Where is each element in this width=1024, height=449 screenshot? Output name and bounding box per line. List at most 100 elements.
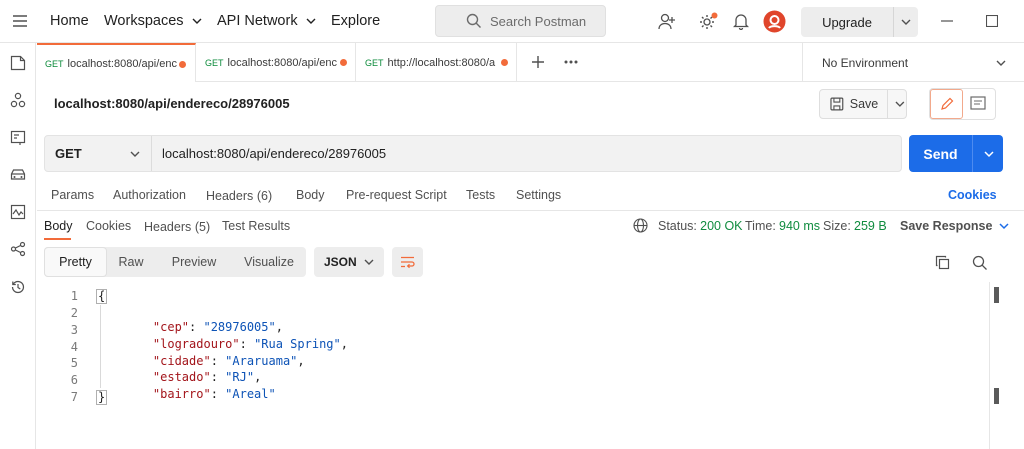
- save-response-label: Save Response: [900, 219, 993, 233]
- tab-headers[interactable]: Headers (6): [206, 188, 272, 203]
- tab-label: http://localhost:8080/a: [387, 56, 496, 69]
- tab-params[interactable]: Params: [51, 188, 94, 202]
- chevron-down-icon: [996, 60, 1006, 66]
- new-tab-plus-icon[interactable]: [531, 55, 545, 69]
- json-key: "bairro": [152, 387, 211, 401]
- unsaved-dot-icon: [179, 61, 186, 68]
- unsaved-dot-icon: [340, 59, 347, 66]
- environments-icon[interactable]: [10, 129, 26, 145]
- nav-workspaces[interactable]: Workspaces: [104, 13, 203, 29]
- search-input[interactable]: Search Postman: [435, 5, 606, 37]
- environment-selector[interactable]: No Environment: [802, 43, 1024, 82]
- request-tab[interactable]: GET localhost:8080/api/enc: [196, 43, 356, 82]
- view-preview[interactable]: Preview: [156, 247, 232, 277]
- json-open-brace: {: [96, 289, 108, 304]
- status-label: Status:: [658, 219, 697, 233]
- view-mode-selector: Pretty Raw Preview Visualize: [44, 247, 306, 277]
- active-tab-underline: [44, 238, 71, 240]
- nav-api-network[interactable]: API Network: [217, 13, 317, 29]
- tab-authorization[interactable]: Authorization: [113, 188, 186, 202]
- time-indicator[interactable]: Time: 940 ms: [745, 219, 820, 233]
- status-value: 200 OK: [700, 219, 743, 233]
- url-input[interactable]: localhost:8080/api/endereco/28976005: [162, 146, 386, 161]
- search-icon: [466, 13, 481, 28]
- save-button[interactable]: Save: [819, 89, 907, 119]
- line-number: 3: [70, 323, 78, 337]
- divider: [989, 282, 990, 449]
- response-tab-headers[interactable]: Headers (5): [144, 219, 210, 234]
- method-select[interactable]: GET: [45, 136, 152, 171]
- tab-method: GET: [365, 57, 384, 68]
- save-label: Save: [849, 97, 879, 111]
- request-tab[interactable]: GET http://localhost:8080/a: [356, 43, 517, 82]
- left-sidebar: [0, 43, 36, 449]
- json-comma: ,: [340, 337, 348, 351]
- edit-mode-button[interactable]: [930, 89, 963, 119]
- menu-icon[interactable]: [12, 14, 28, 28]
- chevron-down-icon: [364, 259, 374, 265]
- more-tabs-icon[interactable]: [564, 60, 578, 64]
- json-value: "Areal": [225, 387, 276, 401]
- line-number: 7: [70, 390, 78, 404]
- json-line: "bairro": "Areal": [152, 387, 276, 401]
- send-button[interactable]: Send: [909, 135, 1003, 172]
- view-raw[interactable]: Raw: [106, 247, 156, 277]
- json-close-brace: }: [96, 390, 108, 405]
- view-visualize[interactable]: Visualize: [232, 247, 306, 277]
- response-tab-body[interactable]: Body: [44, 219, 73, 233]
- search-response-icon[interactable]: [972, 255, 988, 271]
- format-select[interactable]: JSON: [314, 247, 384, 277]
- apis-icon[interactable]: [10, 92, 26, 108]
- scrollbar-thumb-top[interactable]: [994, 287, 999, 303]
- response-tab-test-results[interactable]: Test Results: [222, 219, 290, 233]
- send-label: Send: [923, 145, 958, 162]
- line-number: 2: [70, 306, 78, 320]
- minimize-window-icon[interactable]: [941, 20, 953, 22]
- tab-pre-request-script[interactable]: Pre-request Script: [346, 188, 447, 202]
- tab-tests[interactable]: Tests: [466, 188, 495, 202]
- chevron-down-icon: [192, 18, 202, 24]
- monitors-icon[interactable]: [10, 204, 26, 220]
- settings-icon[interactable]: [698, 12, 718, 32]
- nav-home[interactable]: Home: [50, 13, 89, 29]
- globe-icon[interactable]: [633, 218, 648, 233]
- request-title[interactable]: localhost:8080/api/endereco/28976005: [54, 96, 290, 111]
- history-icon[interactable]: [10, 279, 26, 295]
- chevron-down-icon[interactable]: [900, 16, 912, 28]
- documentation-icon[interactable]: [970, 96, 986, 110]
- nav-explore[interactable]: Explore: [331, 13, 380, 29]
- view-pretty[interactable]: Pretty: [45, 248, 106, 276]
- tab-body[interactable]: Body: [296, 188, 325, 202]
- flows-icon[interactable]: [10, 241, 26, 257]
- unsaved-dot-icon: [501, 59, 508, 66]
- copy-icon[interactable]: [935, 255, 950, 270]
- tab-headers-label: Headers: [206, 189, 254, 203]
- size-indicator[interactable]: Size: 259 B: [823, 219, 887, 233]
- line-number: 1: [70, 289, 78, 303]
- notifications-bell-icon[interactable]: [733, 12, 749, 30]
- request-tab[interactable]: GET localhost:8080/api/enc: [37, 43, 196, 82]
- save-icon: [830, 97, 844, 111]
- cookies-link[interactable]: Cookies: [948, 188, 997, 202]
- response-tab-headers-label: Headers: [144, 220, 192, 234]
- environment-label: No Environment: [822, 55, 909, 70]
- maximize-window-icon[interactable]: [986, 15, 998, 27]
- collections-icon[interactable]: [10, 55, 26, 71]
- chevron-down-icon: [306, 18, 316, 24]
- tab-label: localhost:8080/api/enc: [227, 56, 337, 69]
- avatar[interactable]: [763, 10, 786, 33]
- save-response-button[interactable]: Save Response: [900, 219, 1010, 233]
- tab-label: localhost:8080/api/enc: [67, 57, 177, 70]
- upgrade-button[interactable]: Upgrade: [801, 7, 918, 37]
- nav-workspaces-label: Workspaces: [104, 13, 184, 29]
- status-indicator[interactable]: Status: 200 OK: [658, 219, 743, 233]
- response-tab-headers-count: (5): [194, 220, 211, 234]
- tab-settings[interactable]: Settings: [516, 188, 561, 202]
- wrap-lines-button[interactable]: [392, 247, 423, 277]
- response-tab-cookies[interactable]: Cookies: [86, 219, 131, 233]
- mock-servers-icon[interactable]: [10, 167, 26, 183]
- view-toggle-group: [929, 88, 996, 120]
- scrollbar-thumb-bottom[interactable]: [994, 388, 999, 404]
- invite-user-icon[interactable]: [658, 13, 676, 30]
- line-number: 6: [70, 373, 78, 387]
